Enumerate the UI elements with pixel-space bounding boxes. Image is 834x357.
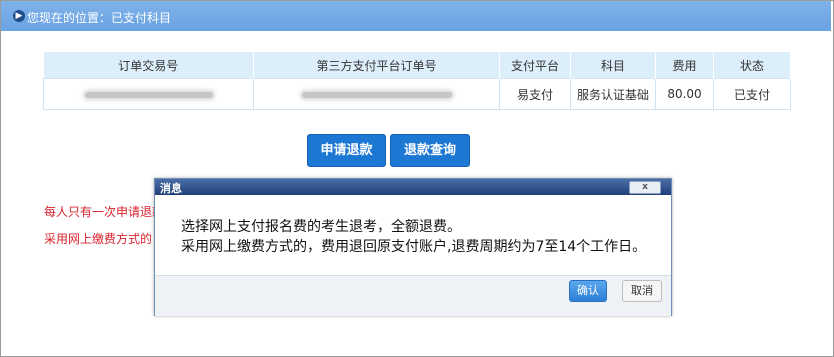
col-fee: 费用 — [655, 52, 714, 79]
confirm-button[interactable]: 确认 — [569, 280, 607, 302]
col-status: 状态 — [713, 52, 791, 79]
location-text: 您现在的位置：已支付科目 — [27, 11, 172, 25]
col-order-number: 订单交易号 — [43, 52, 254, 79]
cell-fee: 80.00 — [655, 78, 714, 110]
refund-note-1: 每人只有一次申请退款 — [44, 205, 165, 219]
refund-query-button[interactable]: 退款查询 — [390, 134, 470, 167]
cell-order-number — [43, 78, 254, 110]
dialog-message-line-2: 采用网上缴费方式的，费用退回原支付账户,退费周期约为7至14个工作日。 — [181, 239, 647, 255]
message-dialog: 消息 x 选择网上支付报名费的考生退考，全额退费。 采用网上缴费方式的，费用退回… — [154, 178, 672, 316]
redacted-order-number — [84, 92, 213, 98]
table-row: 易支付 服务认证基础 80.00 已支付 — [43, 78, 791, 110]
cell-payment-platform: 易支付 — [499, 78, 571, 110]
dialog-titlebar[interactable]: 消息 x — [155, 179, 671, 195]
close-icon[interactable]: x — [629, 181, 661, 194]
dialog-message: 选择网上支付报名费的考生退考，全额退费。 采用网上缴费方式的，费用退回原支付账户… — [181, 217, 646, 257]
apply-refund-button[interactable]: 申请退款 — [307, 134, 386, 167]
cell-third-party-order — [253, 78, 500, 110]
refund-note-2: 采用网上缴费方式的， — [44, 232, 165, 246]
cell-subject: 服务认证基础 — [570, 78, 656, 110]
col-third-party-order: 第三方支付平台订单号 — [253, 52, 500, 79]
dialog-message-line-1: 选择网上支付报名费的考生退考，全额退费。 — [181, 219, 461, 235]
col-subject: 科目 — [570, 52, 656, 79]
location-bar: ▶ 您现在的位置：已支付科目 — [1, 1, 831, 31]
col-payment-platform: 支付平台 — [499, 52, 571, 79]
chevron-right-icon: ▶ — [13, 10, 25, 22]
redacted-third-party-order — [301, 92, 452, 98]
dialog-footer: 确认 取消 — [155, 275, 671, 316]
table-header-row: 订单交易号 第三方支付平台订单号 支付平台 科目 费用 状态 — [43, 52, 791, 79]
dialog-title: 消息 — [160, 182, 182, 195]
cell-status: 已支付 — [713, 78, 791, 110]
orders-table: 订单交易号 第三方支付平台订单号 支付平台 科目 费用 状态 易支付 服务认证基… — [43, 52, 791, 110]
cancel-button[interactable]: 取消 — [622, 280, 662, 302]
